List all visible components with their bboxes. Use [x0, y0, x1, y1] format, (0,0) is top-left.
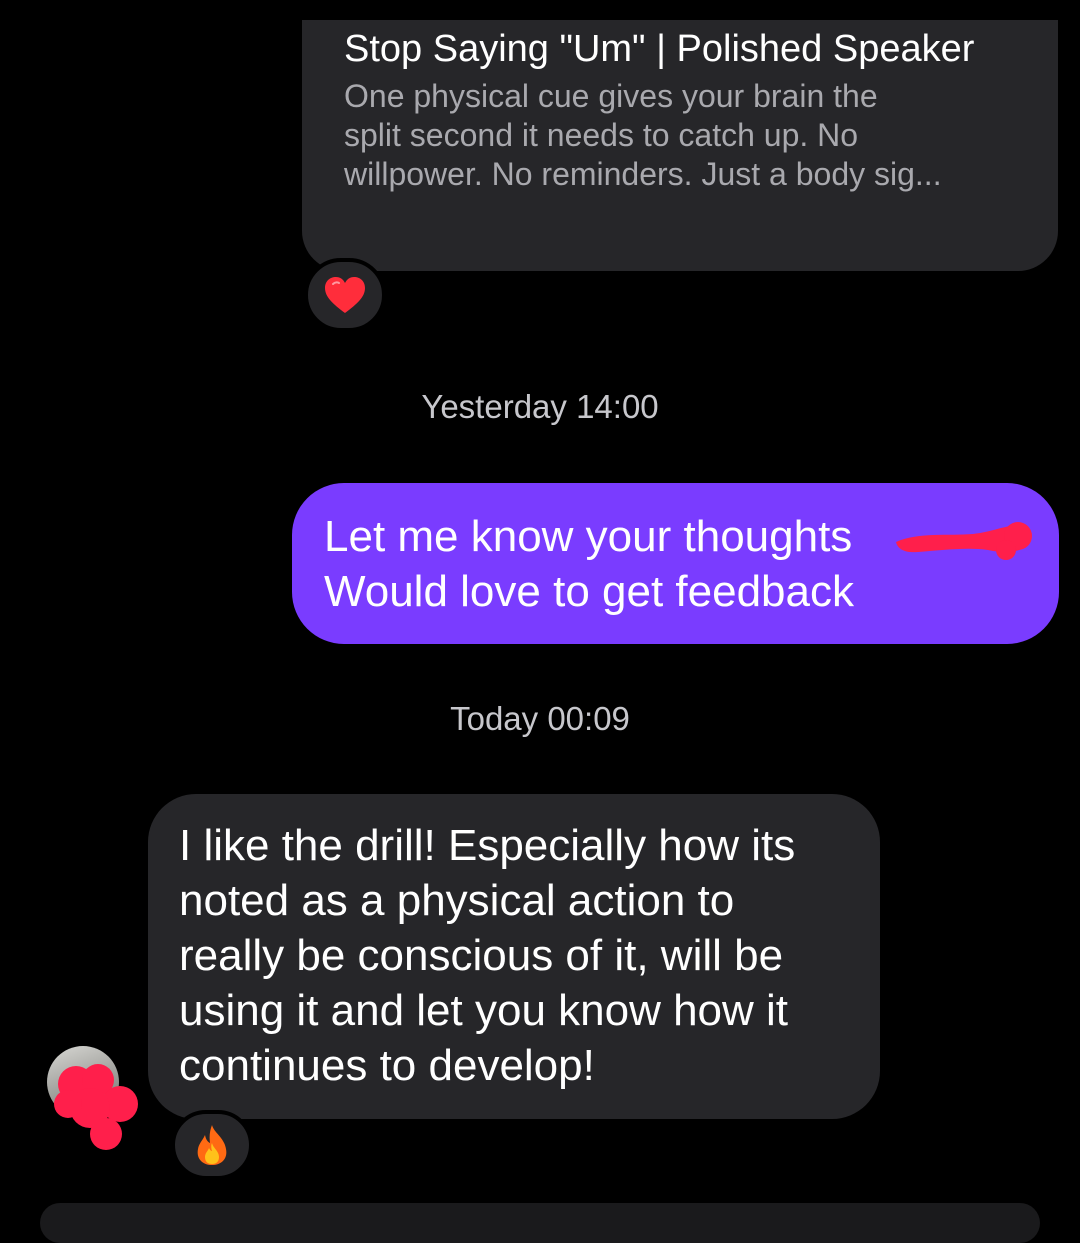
message-composer[interactable] — [40, 1203, 1040, 1243]
message-line: I like the drill! Especially how its — [179, 821, 796, 870]
link-title: Stop Saying "Um" | Polished Speaker — [344, 28, 975, 70]
message-line: continues to develop! — [179, 1041, 595, 1090]
incoming-message[interactable]: I like the drill! Especially how its not… — [148, 794, 880, 1119]
timestamp-today: Today 00:09 — [450, 700, 630, 737]
avatar-redaction-scribble — [54, 1064, 138, 1150]
fire-reaction[interactable] — [171, 1110, 253, 1180]
link-preview-card[interactable]: Stop Saying "Um" | Polished Speaker One … — [302, 20, 1058, 271]
heart-icon — [325, 277, 365, 313]
redaction-scribble — [896, 522, 1032, 560]
fire-icon — [197, 1125, 227, 1165]
timestamp-yesterday: Yesterday 14:00 — [421, 388, 659, 425]
link-description: One physical cue gives your brain the sp… — [344, 78, 942, 192]
message-line: using it and let you know how it — [179, 986, 789, 1035]
heart-reaction[interactable] — [304, 258, 386, 332]
message-line: noted as a physical action to — [179, 876, 735, 925]
message-line: really be conscious of it, will be — [179, 931, 784, 980]
message-line: Would love to get feedback — [324, 567, 854, 616]
